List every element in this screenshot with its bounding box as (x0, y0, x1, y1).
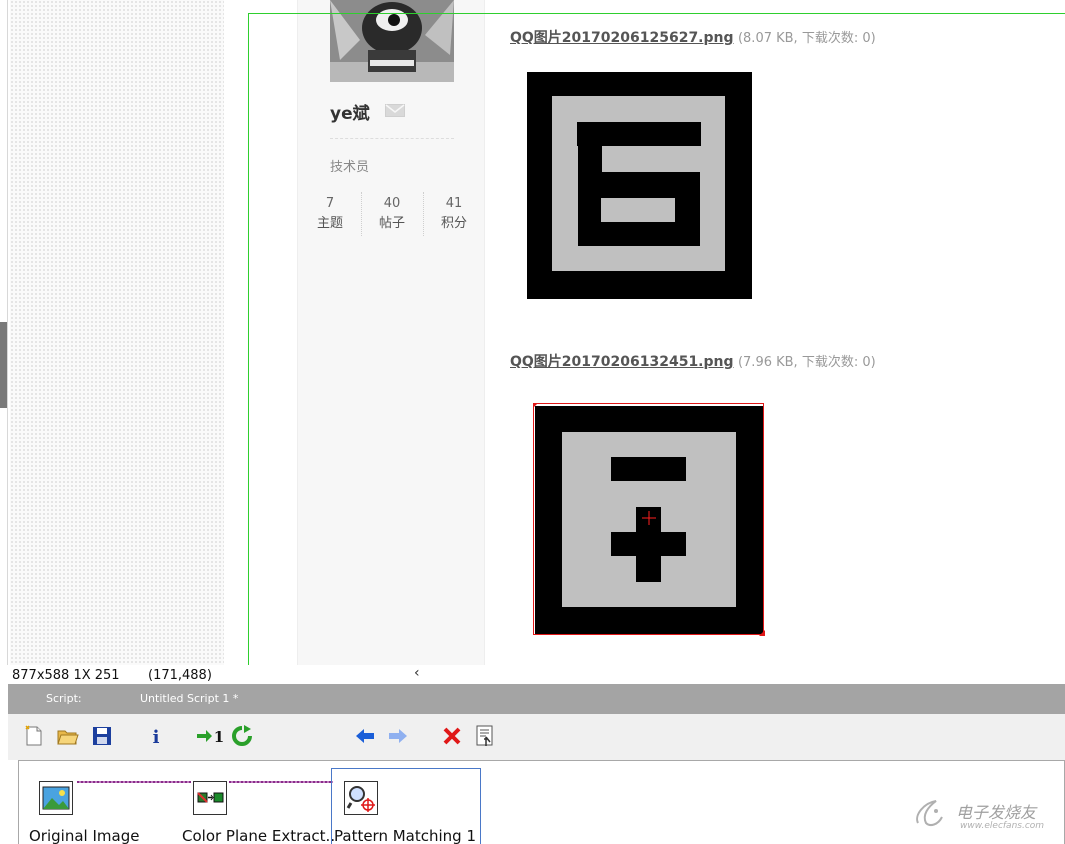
left-panel-edge (0, 0, 8, 665)
user-role: 技术员 (330, 160, 370, 175)
attachment-meta: (8.07 KB, 下载次数: 0) (737, 31, 876, 46)
image-viewer[interactable]: ye斌 技术员 7 主题 40 帖子 41 积分 QQ图片20170206125… (0, 0, 1065, 665)
stat-value: 41 (445, 196, 463, 211)
image-info: 877x588 1X 251 (12, 668, 120, 683)
step-color-plane-extract[interactable]: Color Plane Extract.. (169, 769, 335, 844)
background-pattern (10, 0, 224, 665)
stat-topics[interactable]: 7 主题 (308, 194, 352, 234)
run-once-icon[interactable]: 1 (195, 724, 225, 748)
run-continuous-icon[interactable] (230, 724, 254, 748)
attachment-image-2[interactable] (533, 403, 765, 636)
stat-value: 40 (383, 196, 401, 211)
open-script-icon[interactable] (56, 724, 80, 748)
step-label: Original Image (29, 827, 140, 844)
info-icon[interactable]: i (144, 724, 168, 748)
pattern-match-icon (344, 781, 378, 815)
splitter-handle[interactable] (0, 322, 7, 408)
watermark: 电子发烧友 www.elecfans.com (912, 797, 1062, 837)
stat-label: 积分 (440, 216, 467, 231)
script-header: Script: Untitled Script 1 * (8, 684, 1065, 714)
attachment-filename[interactable]: QQ图片20170206125627.png (510, 30, 734, 46)
script-toolbar: i 1 (8, 714, 1065, 760)
attachment-link-1[interactable]: QQ图片20170206125627.png (8.07 KB, 下载次数: 0… (510, 27, 876, 47)
stat-posts[interactable]: 40 帖子 (370, 194, 414, 234)
collapse-icon[interactable]: ‹ (414, 665, 420, 681)
stat-value: 7 (325, 196, 335, 211)
cursor-coordinates: (171,488) (148, 668, 212, 683)
stat-label: 帖子 (378, 216, 405, 231)
step-pattern-matching[interactable]: Pattern Matching 1 (331, 768, 481, 844)
roi-line (248, 13, 1065, 14)
watermark-text: 电子发烧友 (956, 803, 1037, 822)
watermark-logo-icon (916, 800, 943, 826)
attachment-link-2[interactable]: QQ图片20170206132451.png (7.96 KB, 下载次数: 0… (510, 351, 876, 371)
step-back-icon[interactable] (353, 724, 377, 748)
user-profile-card: ye斌 技术员 7 主题 40 帖子 41 积分 (297, 0, 485, 665)
attachment-filename[interactable]: QQ图片20170206132451.png (510, 354, 734, 370)
attachment-image-1[interactable] (527, 72, 752, 299)
svg-text:1: 1 (214, 728, 224, 746)
color-plane-icon (193, 781, 227, 815)
properties-icon[interactable] (474, 724, 498, 748)
script-steps-panel: Original Image Color Plane Extract.. Pat… (18, 760, 1065, 844)
stat-points[interactable]: 41 积分 (432, 194, 476, 234)
attachment-meta: (7.96 KB, 下载次数: 0) (737, 355, 876, 370)
watermark-url: www.elecfans.com (960, 821, 1045, 831)
image-icon (39, 781, 73, 815)
stat-divider (361, 192, 362, 236)
mail-icon[interactable] (385, 104, 405, 117)
script-name: Untitled Script 1 * (140, 692, 239, 705)
status-bar: 877x588 1X 251 (171,488) ‹ (0, 665, 1065, 684)
vision-assistant-window: ye斌 技术员 7 主题 40 帖子 41 积分 QQ图片20170206125… (0, 0, 1065, 844)
delete-step-icon[interactable] (440, 724, 464, 748)
stat-divider (423, 192, 424, 236)
save-script-icon[interactable] (90, 724, 114, 748)
username[interactable]: ye斌 (330, 99, 370, 124)
script-label: Script: (46, 692, 82, 705)
roi-line (248, 13, 249, 665)
new-script-icon[interactable] (22, 724, 46, 748)
stat-label: 主题 (316, 216, 343, 231)
divider (330, 138, 454, 139)
svg-text:i: i (153, 727, 160, 748)
step-forward-icon[interactable] (386, 724, 410, 748)
step-label: Color Plane Extract.. (182, 827, 336, 844)
step-original-image[interactable]: Original Image (19, 769, 169, 844)
step-label: Pattern Matching 1 (334, 827, 477, 844)
